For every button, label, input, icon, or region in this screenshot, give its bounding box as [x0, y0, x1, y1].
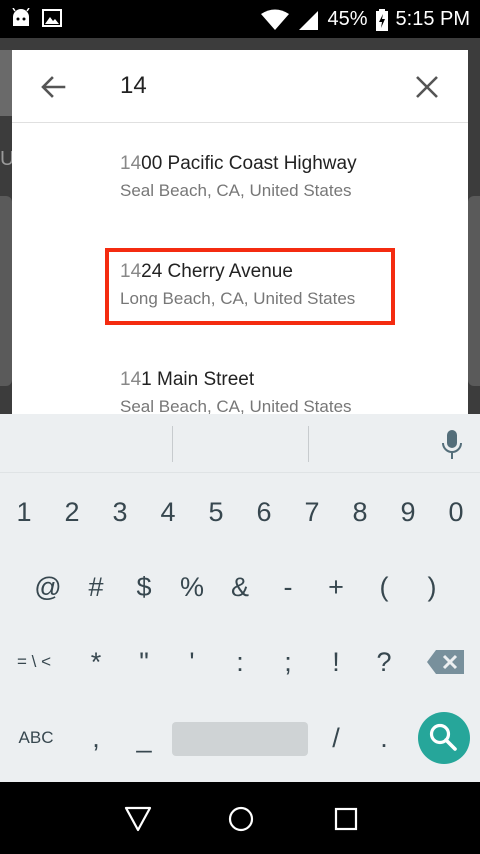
mic-icon[interactable]	[440, 428, 464, 460]
key-slash[interactable]: /	[312, 718, 360, 758]
search-bar	[12, 50, 468, 123]
result-rest: 00 Pacific Coast Highway	[141, 153, 357, 174]
result-match: 14	[120, 369, 142, 390]
image-notification-icon	[42, 9, 62, 27]
key-6[interactable]: 6	[240, 492, 288, 532]
back-arrow-icon[interactable]	[38, 72, 68, 102]
key-1[interactable]: 1	[0, 492, 48, 532]
back-triangle-icon[interactable]	[124, 806, 152, 832]
key-asterisk[interactable]: *	[72, 642, 120, 682]
result-item[interactable]: 1400 Pacific Coast Highway Seal Beach, C…	[12, 153, 468, 253]
key-period[interactable]: .	[360, 718, 408, 758]
key-single-quote[interactable]: '	[168, 642, 216, 682]
recents-square-icon[interactable]	[334, 807, 358, 831]
search-icon	[429, 723, 457, 751]
place-search-card: 1400 Pacific Coast Highway Seal Beach, C…	[12, 50, 468, 414]
key-open-paren[interactable]: (	[360, 567, 408, 607]
suggestion-divider	[172, 426, 173, 462]
key-7[interactable]: 7	[288, 492, 336, 532]
result-match: 14	[120, 153, 142, 174]
key-comma[interactable]: ,	[72, 718, 120, 758]
close-icon[interactable]	[412, 72, 442, 102]
cell-signal-icon	[299, 10, 319, 30]
clock: 5:15 PM	[395, 8, 470, 30]
suggestion-divider	[308, 426, 309, 462]
home-circle-icon[interactable]	[228, 806, 254, 832]
navigation-bar	[0, 782, 480, 854]
result-item-highlighted[interactable]: 1424 Cherry Avenue Long Beach, CA, Unite…	[12, 261, 468, 361]
background-panel-left	[0, 196, 12, 386]
status-bar: 45% 5:15 PM	[0, 0, 480, 38]
more-symbols-key[interactable]: = \ <	[4, 642, 64, 682]
key-semicolon[interactable]: ;	[264, 642, 312, 682]
key-percent[interactable]: %	[168, 567, 216, 607]
key-dollar[interactable]: $	[120, 567, 168, 607]
key-exclamation[interactable]: !	[312, 642, 360, 682]
result-item[interactable]: 141 Main Street Seal Beach, CA, United S…	[12, 369, 468, 414]
result-title: 141 Main Street	[120, 369, 254, 391]
background-toolbar	[0, 50, 12, 116]
result-subtitle: Seal Beach, CA, United States	[120, 397, 352, 414]
result-subtitle: Long Beach, CA, United States	[120, 289, 356, 308]
background-panel-right	[468, 196, 480, 386]
key-4[interactable]: 4	[144, 492, 192, 532]
key-at[interactable]: @	[24, 567, 72, 607]
symbol-keyboard: 1 2 3 4 5 6 7 8 9 0 @ # $ % & - + ( ) = …	[0, 414, 480, 782]
search-input[interactable]	[120, 68, 400, 104]
backspace-icon[interactable]	[426, 648, 466, 676]
result-subtitle: Seal Beach, CA, United States	[120, 181, 352, 200]
result-rest: 24 Cherry Avenue	[141, 261, 293, 282]
wifi-icon	[261, 9, 290, 30]
key-underscore[interactable]: _	[120, 718, 168, 758]
key-minus[interactable]: -	[264, 567, 312, 607]
key-colon[interactable]: :	[216, 642, 264, 682]
key-9[interactable]: 9	[384, 492, 432, 532]
suggestion-strip	[0, 414, 480, 473]
key-5[interactable]: 5	[192, 492, 240, 532]
key-close-paren[interactable]: )	[408, 567, 456, 607]
key-2[interactable]: 2	[48, 492, 96, 532]
battery-charging-icon	[375, 8, 388, 31]
key-8[interactable]: 8	[336, 492, 384, 532]
space-bar[interactable]	[172, 722, 308, 756]
key-hash[interactable]: #	[72, 567, 120, 607]
key-0[interactable]: 0	[432, 492, 480, 532]
battery-percent: 45%	[327, 8, 368, 30]
key-question[interactable]: ?	[360, 642, 408, 682]
result-title: 1424 Cherry Avenue	[120, 261, 293, 283]
result-rest: 1 Main Street	[141, 369, 255, 390]
result-title: 1400 Pacific Coast Highway	[120, 153, 357, 175]
search-action-key[interactable]	[418, 712, 470, 764]
android-debug-icon	[12, 8, 30, 26]
key-double-quote[interactable]: "	[120, 642, 168, 682]
key-plus[interactable]: +	[312, 567, 360, 607]
key-3[interactable]: 3	[96, 492, 144, 532]
abc-key[interactable]: ABC	[6, 718, 66, 758]
result-match: 14	[120, 261, 142, 282]
key-ampersand[interactable]: &	[216, 567, 264, 607]
